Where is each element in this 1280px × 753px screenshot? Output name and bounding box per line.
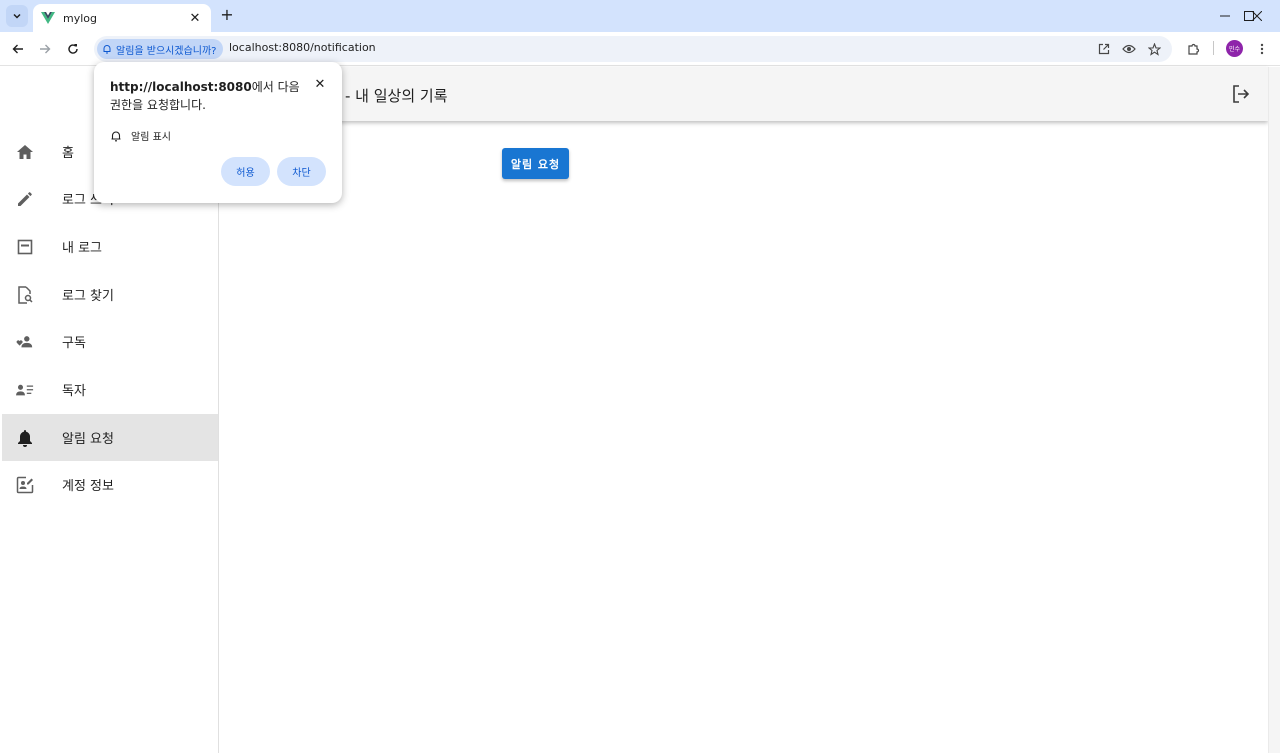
sidebar-item-readers[interactable]: 독자: [2, 366, 218, 413]
extensions-button[interactable]: [1181, 37, 1205, 61]
permission-popup: http://localhost:8080에서 다음 권한을 요청합니다. ✕ …: [94, 62, 342, 203]
close-tab-icon[interactable]: ✕: [187, 11, 203, 26]
popup-message: http://localhost:8080에서 다음 권한을 요청합니다.: [110, 78, 305, 114]
log-icon: [16, 238, 34, 256]
forward-button[interactable]: [33, 37, 57, 61]
notification-request-button[interactable]: 알림 요청: [502, 148, 569, 179]
block-button[interactable]: 차단: [277, 157, 326, 186]
bell-icon: [16, 429, 34, 447]
sidebar-item-label: 알림 요청: [62, 432, 114, 447]
puzzle-icon: [1187, 43, 1199, 55]
vue-logo-icon: [41, 12, 55, 24]
reload-button[interactable]: [61, 37, 85, 61]
address-bar[interactable]: 알림을 받으시겠습니까? localhost:8080/notification: [94, 36, 1172, 62]
readers-icon: [16, 381, 34, 399]
popup-permission-label: 알림 표시: [131, 132, 171, 143]
close-window-button[interactable]: [1234, 0, 1280, 32]
logout-icon[interactable]: [1231, 84, 1251, 104]
close-icon: [1252, 11, 1262, 21]
back-arrow-icon: [12, 44, 23, 54]
url-text[interactable]: localhost:8080/notification: [229, 41, 376, 54]
popup-close-icon[interactable]: ✕: [313, 78, 327, 92]
new-tab-button[interactable]: +: [218, 6, 236, 24]
reload-icon: [68, 44, 78, 54]
scrollbar[interactable]: [1268, 67, 1280, 753]
profile-avatar[interactable]: 민수: [1226, 40, 1243, 57]
tab-title: mylog: [63, 11, 97, 25]
forward-arrow-icon: [40, 44, 51, 54]
sidebar-item-find-log[interactable]: 로그 찾기: [2, 271, 218, 318]
bell-outline-icon: [111, 130, 121, 141]
star-icon: [1147, 42, 1161, 56]
open-in-app-button[interactable]: [1095, 40, 1113, 58]
toolbar-separator: [1213, 41, 1214, 55]
browser-tab[interactable]: mylog ✕: [33, 4, 211, 32]
view-button[interactable]: [1120, 40, 1138, 58]
permission-chip-label: 알림을 받으시겠습니까?: [116, 45, 217, 57]
permission-chip[interactable]: 알림을 받으시겠습니까?: [97, 39, 223, 59]
pencil-icon: [16, 190, 34, 208]
popup-origin: http://localhost:8080: [110, 80, 252, 94]
sidebar-item-notification[interactable]: 알림 요청: [2, 414, 218, 461]
browser-tab-bar: mylog ✕ +: [0, 0, 1280, 32]
sidebar-item-label: 내 로그: [62, 241, 103, 256]
popup-permission: 알림 표시: [110, 128, 171, 143]
sidebar-item-label: 홈: [62, 146, 74, 161]
eye-icon: [1122, 44, 1136, 54]
more-vertical-icon: [1260, 43, 1264, 55]
sidebar-item-label: 구독: [62, 336, 86, 351]
sidebar-item-subscribe[interactable]: 구독: [2, 318, 218, 365]
sidebar-item-label: 계정 정보: [62, 479, 114, 494]
back-button[interactable]: [6, 37, 30, 61]
subscribe-icon: [16, 333, 34, 351]
sidebar-item-account[interactable]: 계정 정보: [2, 461, 218, 508]
home-icon: [16, 143, 34, 161]
page-title: - 내 일상의 기록: [345, 87, 448, 105]
chevron-down-icon: [13, 13, 21, 19]
browser-toolbar: 알림을 받으시겠습니까? localhost:8080/notification: [0, 32, 1280, 66]
tab-search-button[interactable]: [6, 5, 28, 27]
sidebar-item-label: 로그 찾기: [62, 289, 114, 304]
sidebar-item-my-log[interactable]: 내 로그: [2, 223, 218, 270]
open-external-icon: [1098, 43, 1110, 55]
allow-button[interactable]: 허용: [221, 157, 270, 186]
app-bar: - 내 일상의 기록: [219, 67, 1268, 121]
sidebar-item-label: 독자: [62, 384, 86, 399]
file-search-icon: [16, 285, 34, 304]
bookmark-button[interactable]: [1145, 40, 1163, 58]
bell-outline-icon: [103, 45, 111, 54]
account-icon: [16, 476, 34, 494]
menu-button[interactable]: [1250, 37, 1274, 61]
